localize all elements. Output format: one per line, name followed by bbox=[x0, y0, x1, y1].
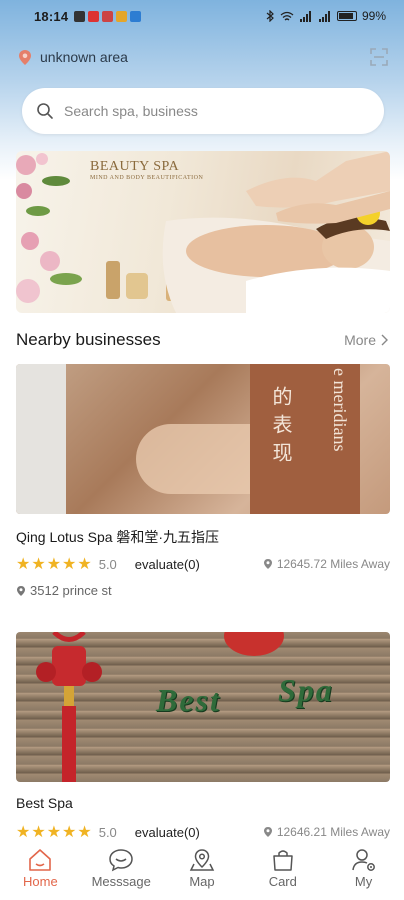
business-image: 的表现 e meridians bbox=[16, 364, 390, 514]
business-meta: ★★★★★ 5.0 evaluate(0) 12645.72 Miles Awa… bbox=[16, 555, 390, 573]
image-text: e meridians bbox=[330, 368, 350, 452]
location-pin-icon bbox=[263, 559, 272, 569]
search-bar[interactable] bbox=[22, 88, 384, 134]
banner-title: BEAUTY SPA bbox=[90, 159, 180, 174]
more-link[interactable]: More bbox=[344, 332, 388, 348]
system-status: 99% bbox=[266, 9, 386, 23]
section-title: Nearby businesses bbox=[16, 330, 161, 349]
star-rating: ★★★★★ bbox=[16, 824, 93, 841]
tab-map[interactable]: Map bbox=[167, 848, 237, 889]
image-detail: 的表现 e meridians bbox=[250, 364, 360, 514]
search-icon bbox=[37, 103, 53, 119]
business-name: Qing Lotus Spa 磐和堂·九五指压 bbox=[16, 529, 220, 545]
more-label: More bbox=[344, 332, 376, 348]
battery-icon bbox=[336, 11, 357, 21]
search-input[interactable] bbox=[64, 103, 354, 119]
wifi-icon bbox=[280, 11, 294, 20]
distance: 12645.72 Miles Away bbox=[263, 557, 390, 571]
rating-value: 5.0 bbox=[98, 824, 117, 840]
tab-my[interactable]: My bbox=[329, 848, 399, 889]
tab-label: Map bbox=[189, 874, 215, 889]
location-pin-icon bbox=[263, 827, 272, 837]
location-selector[interactable]: unknown area bbox=[18, 46, 128, 68]
rating-value: 5.0 bbox=[98, 556, 117, 572]
app-notification-icon bbox=[116, 10, 128, 22]
app-notification-icon bbox=[74, 10, 86, 22]
home-icon bbox=[29, 849, 52, 871]
image-text: 的表现 bbox=[269, 386, 291, 470]
business-address: 3512 prince st bbox=[16, 583, 390, 598]
promo-banner[interactable]: BEAUTY SPA MIND AND BODY BEAUTIFICATION bbox=[16, 151, 390, 313]
tab-message[interactable]: Messsage bbox=[86, 848, 156, 889]
status-time: 18:14 bbox=[34, 8, 69, 24]
bluetooth-icon bbox=[266, 10, 274, 22]
distance-label: 12646.21 Miles Away bbox=[276, 825, 390, 839]
signal-icon bbox=[318, 10, 330, 22]
tab-label: Home bbox=[23, 874, 58, 889]
scan-icon[interactable] bbox=[368, 46, 390, 68]
status-bar: 18:14 99% bbox=[0, 0, 404, 32]
business-name: Best Spa bbox=[16, 795, 73, 811]
battery-level: 99% bbox=[361, 9, 386, 23]
distance-label: 12645.72 Miles Away bbox=[276, 557, 390, 571]
profile-icon bbox=[351, 849, 375, 871]
image-detail bbox=[224, 632, 284, 656]
tab-home[interactable]: Home bbox=[5, 848, 75, 889]
chevron-right-icon bbox=[381, 334, 388, 346]
business-card[interactable]: 的表现 e meridians Qing Lotus Spa 磐和堂·九五指压 … bbox=[16, 364, 390, 598]
business-meta: ★★★★★ 5.0 evaluate(0) 12646.21 Miles Awa… bbox=[16, 823, 390, 841]
card-icon bbox=[273, 850, 293, 871]
signal-icon bbox=[299, 10, 311, 22]
image-text: Best bbox=[156, 682, 221, 718]
location-label: unknown area bbox=[40, 49, 128, 65]
app-notification-icon bbox=[88, 10, 100, 22]
notification-icons bbox=[74, 10, 142, 22]
tab-card[interactable]: Card bbox=[248, 848, 318, 889]
distance: 12646.21 Miles Away bbox=[263, 825, 390, 839]
app-notification-icon bbox=[130, 10, 142, 22]
business-card[interactable]: Best Spa Best Spa ★★★★★ 5.0 evaluate(0) … bbox=[16, 632, 390, 841]
tab-label: Messsage bbox=[91, 874, 151, 889]
chinese-knot-decoration bbox=[36, 632, 102, 782]
address-label: 3512 prince st bbox=[30, 583, 112, 598]
location-pin-icon bbox=[17, 585, 25, 596]
evaluate-count[interactable]: evaluate(0) bbox=[135, 825, 200, 840]
evaluate-count[interactable]: evaluate(0) bbox=[135, 557, 200, 572]
star-rating: ★★★★★ bbox=[16, 556, 93, 573]
tab-label: Card bbox=[268, 874, 297, 889]
banner-subtitle: MIND AND BODY BEAUTIFICATION bbox=[90, 175, 204, 181]
business-image: Best Spa bbox=[16, 632, 390, 782]
nearby-section-header: Nearby businesses More bbox=[16, 328, 388, 352]
tab-label: My bbox=[354, 874, 373, 889]
image-text: Spa bbox=[278, 672, 334, 708]
bottom-tab-bar: Home Messsage Map Card My bbox=[0, 844, 404, 900]
app-notification-icon bbox=[102, 10, 114, 22]
map-icon bbox=[189, 849, 215, 871]
location-pin-icon bbox=[19, 49, 31, 65]
message-icon bbox=[109, 849, 133, 872]
image-detail bbox=[16, 364, 66, 514]
